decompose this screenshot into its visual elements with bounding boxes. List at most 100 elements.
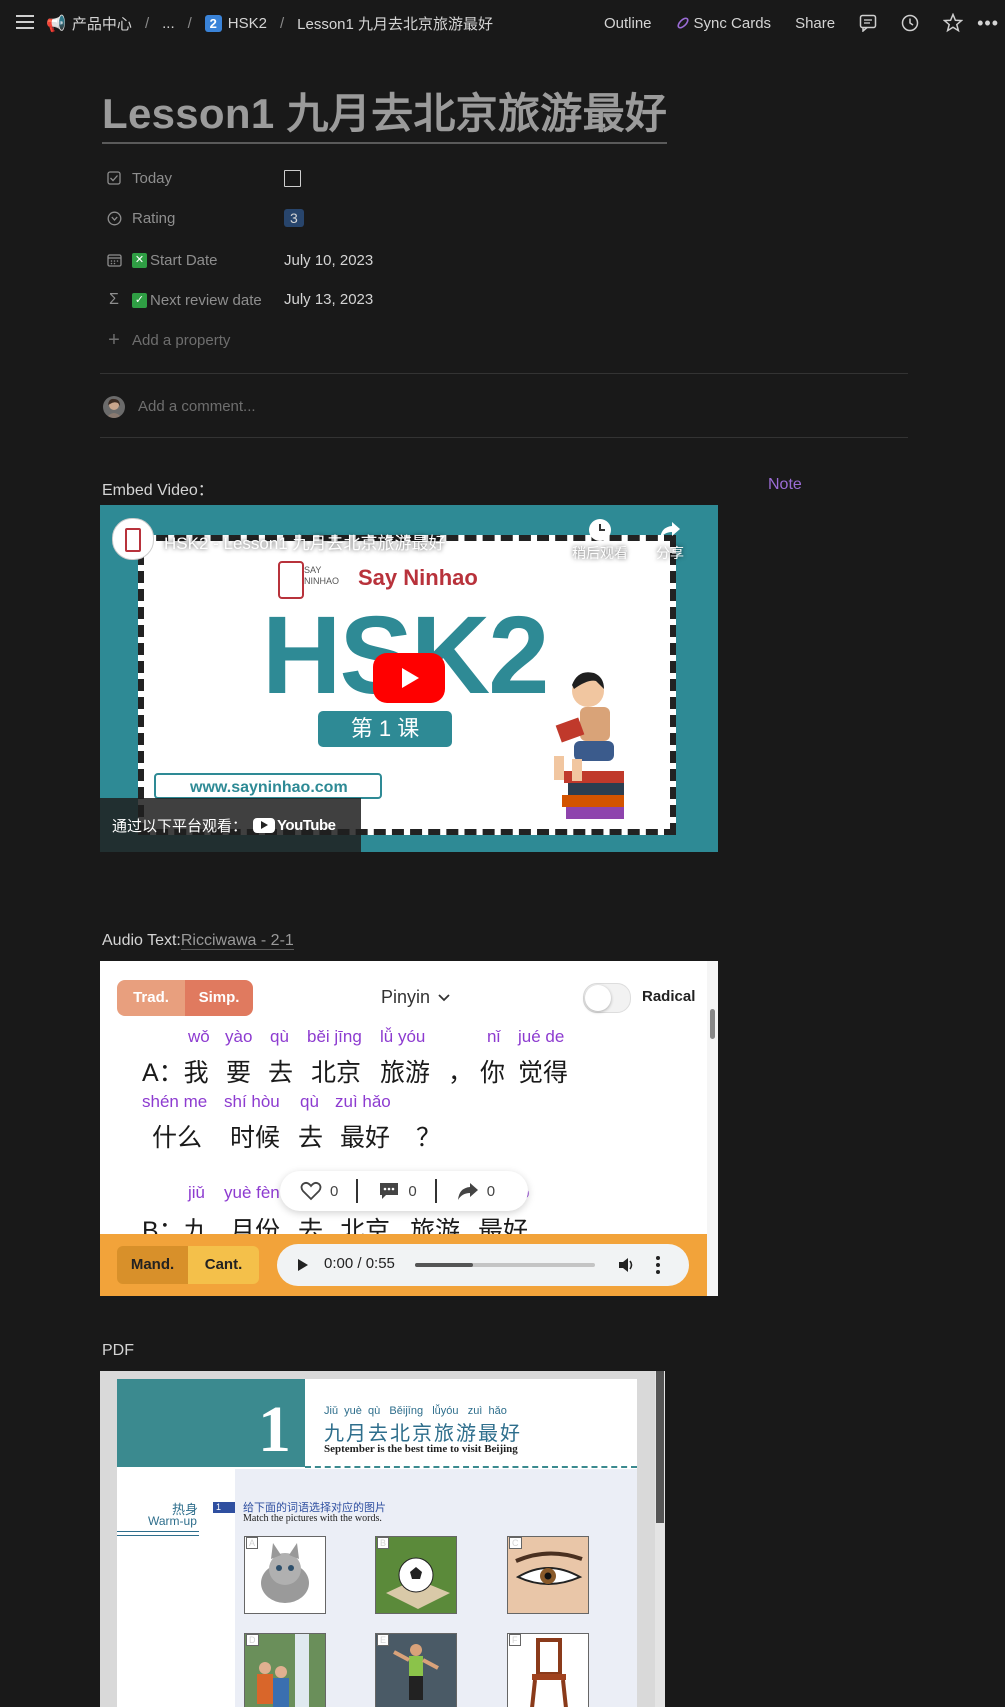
divider <box>100 437 908 438</box>
radical-label: Radical <box>642 988 696 1005</box>
comment-count-button[interactable]: 0 <box>378 1181 417 1201</box>
scrollbar[interactable] <box>707 961 718 1296</box>
pinyin-label: Pinyin <box>381 987 431 1007</box>
pdf-viewer[interactable]: 1 Jiǔ yuè qù Běijīng lǚyóu zuì hǎo 九月去北京… <box>100 1371 665 1707</box>
property-label: Next review date <box>150 291 262 309</box>
breadcrumb-item-current[interactable]: Lesson1 九月去北京旅游最好 <box>297 13 493 34</box>
hanzi-word[interactable]: 去 <box>268 1053 293 1089</box>
share-button[interactable]: Share <box>795 15 835 32</box>
trad-button[interactable]: Trad. <box>117 980 185 1016</box>
pinyin-word: yuè fèn <box>224 1183 280 1202</box>
pinyin-word: wǒ <box>188 1027 210 1046</box>
plus-icon: + <box>108 328 120 351</box>
simp-button[interactable]: Simp. <box>185 980 253 1016</box>
today-checkbox[interactable] <box>284 166 301 190</box>
cross-mark-icon: ✕ <box>132 252 147 268</box>
hanzi-word[interactable]: 觉得 <box>518 1053 568 1089</box>
property-next-review-date[interactable]: Σ ✓ Next review date <box>106 288 262 312</box>
cantonese-button[interactable]: Cant. <box>188 1246 259 1284</box>
property-label: Start Date <box>150 251 218 269</box>
pinyin-dropdown[interactable]: Pinyin <box>381 987 450 1008</box>
sync-cards-button[interactable]: Sync Cards <box>676 15 771 32</box>
breadcrumb: 📢 产品中心 / ... / 2 HSK2 / Lesson1 九月去北京旅游最… <box>46 13 494 34</box>
pinyin-word: shí hòu <box>224 1092 280 1111</box>
breadcrumb-item[interactable]: 产品中心 <box>72 13 132 34</box>
hanzi-punctuation: ？ <box>416 1124 442 1152</box>
comment-icon[interactable] <box>859 14 877 32</box>
audio-text-link[interactable]: Ricciwawa - 2-1 <box>180 932 294 950</box>
watch-later-button[interactable]: 稍后观看 <box>565 519 635 563</box>
chevron-down-icon <box>438 993 450 1002</box>
audio-player-bar: Mand. Cant. 0:00 / 0:55 <box>100 1234 707 1296</box>
property-today[interactable]: Today <box>106 166 172 190</box>
divider <box>117 1531 199 1536</box>
outline-button[interactable]: Outline <box>604 15 652 32</box>
hanzi-word[interactable]: 去 <box>298 1118 323 1154</box>
mandarin-button[interactable]: Mand. <box>117 1246 188 1284</box>
pinyin-word: shén me <box>142 1092 208 1111</box>
check-mark-icon: ✓ <box>132 292 147 308</box>
audio-seek-bar[interactable] <box>415 1263 595 1267</box>
radical-toggle[interactable] <box>583 983 631 1013</box>
hanzi-word[interactable]: 要 <box>226 1053 251 1089</box>
tile-letter: F <box>509 1634 521 1646</box>
watch-later-label: 稍后观看 <box>572 545 628 561</box>
breadcrumb-item[interactable]: HSK2 <box>228 15 267 32</box>
menu-icon[interactable] <box>16 14 34 30</box>
embed-video-label: Embed Video： <box>102 482 214 499</box>
pinyin-word: nǐ <box>487 1027 501 1046</box>
hanzi-word[interactable]: 最好 <box>340 1118 390 1154</box>
pinyin-word: jiǔ <box>188 1183 206 1202</box>
avatar <box>103 396 125 418</box>
audio-controls: 0:00 / 0:55 <box>277 1244 689 1286</box>
script-toggle[interactable]: Trad. Simp. <box>117 980 253 1016</box>
star-icon[interactable] <box>943 13 964 33</box>
divider <box>305 1466 637 1468</box>
picture-chair: F <box>507 1633 589 1707</box>
hanzi-word[interactable]: 你 <box>480 1053 505 1089</box>
volume-icon[interactable] <box>617 1256 635 1274</box>
share-video-button[interactable]: 分享 <box>648 519 692 563</box>
hanzi-word[interactable]: 旅游 <box>380 1053 430 1089</box>
pdf-scrollbar[interactable] <box>655 1371 665 1707</box>
sync-icon <box>676 16 690 30</box>
add-property-button[interactable]: + Add a property <box>106 328 230 352</box>
embedded-video[interactable]: SAY NINHAO Say Ninhao HSK2 第 1 课 www.say… <box>100 505 718 852</box>
audio-text-embed[interactable]: Trad. Simp. Pinyin Radical wǒ yào qù běi… <box>100 961 718 1296</box>
hanzi-word[interactable]: 什么 <box>152 1118 202 1154</box>
watch-on-youtube-bar[interactable]: 通过以下平台观看： YouTube <box>100 798 361 852</box>
play-icon[interactable] <box>297 1258 309 1272</box>
tile-letter: D <box>246 1634 259 1646</box>
play-button[interactable] <box>373 653 445 703</box>
picture-gym-class: E <box>375 1633 457 1707</box>
hanzi-word[interactable]: A：我 <box>142 1053 209 1089</box>
property-start-date[interactable]: ✕ Start Date <box>106 248 218 272</box>
audio-text-prefix: Audio Text: <box>102 932 181 949</box>
calendar-icon <box>106 252 122 268</box>
note-label[interactable]: Note <box>768 476 802 494</box>
like-button[interactable]: 0 <box>300 1181 338 1201</box>
history-clock-icon[interactable] <box>901 14 919 32</box>
breadcrumb-item[interactable]: ... <box>162 15 175 32</box>
next-review-date-value[interactable]: July 13, 2023 <box>284 287 373 311</box>
dialect-toggle[interactable]: Mand. Cant. <box>117 1246 259 1284</box>
watch-on-label: 通过以下平台观看： <box>112 817 248 835</box>
property-rating[interactable]: Rating <box>106 206 175 230</box>
start-date-value[interactable]: July 10, 2023 <box>284 248 373 272</box>
website-url: www.sayninhao.com <box>154 773 382 799</box>
page-title[interactable]: Lesson1 九月去北京旅游最好 <box>102 88 668 144</box>
hanzi-word[interactable]: 北京 <box>311 1053 361 1089</box>
rating-value[interactable]: 3 <box>284 206 304 230</box>
picture-soccer-ball: B <box>375 1536 457 1614</box>
channel-avatar[interactable] <box>112 518 154 560</box>
video-title[interactable]: HSK2 - Lesson1 九月去北京旅游最好 <box>164 529 446 554</box>
more-options-icon[interactable]: ••• <box>977 13 999 34</box>
speech-bubble-icon <box>380 1183 399 1199</box>
comment-input[interactable]: Add a comment... <box>138 398 256 415</box>
share-count-button[interactable]: 0 <box>457 1181 495 1201</box>
property-label: Rating <box>132 209 176 227</box>
hanzi-punctuation: ， <box>448 1059 474 1087</box>
more-vertical-icon[interactable] <box>655 1255 661 1275</box>
select-property-icon <box>106 210 122 226</box>
hanzi-word[interactable]: 时候 <box>230 1118 280 1154</box>
